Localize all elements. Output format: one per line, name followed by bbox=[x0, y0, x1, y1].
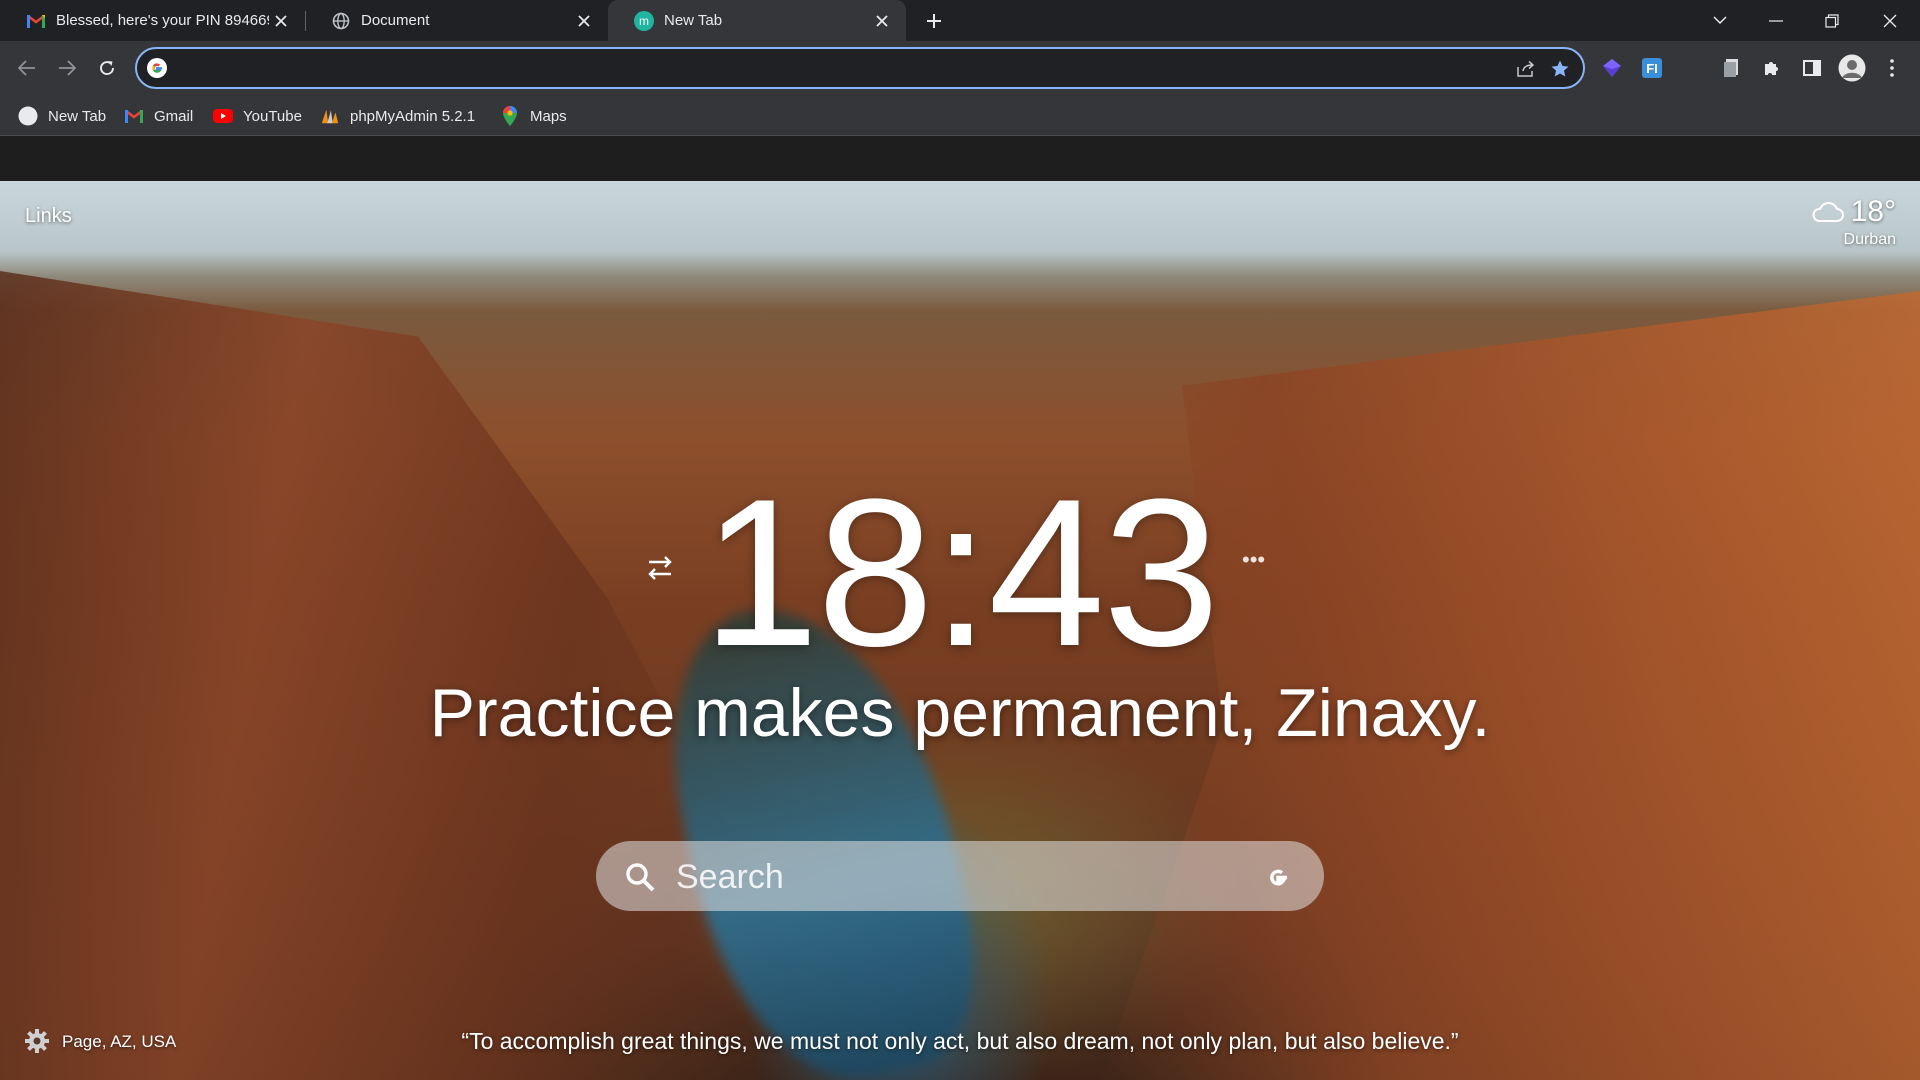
close-window-button[interactable] bbox=[1862, 0, 1918, 41]
reload-button[interactable] bbox=[92, 53, 122, 83]
youtube-icon bbox=[213, 106, 233, 126]
search-input[interactable] bbox=[674, 855, 1218, 899]
weather-temperature: 18° bbox=[1850, 195, 1896, 228]
close-tab-icon[interactable] bbox=[870, 9, 894, 33]
chevron-down-icon bbox=[1713, 16, 1727, 25]
new-tab-button[interactable] bbox=[920, 8, 948, 34]
extension-fi-icon[interactable]: FI bbox=[1637, 53, 1667, 83]
bookmark-label: Gmail bbox=[154, 107, 194, 125]
circle-icon bbox=[18, 106, 38, 126]
extension-doc-icon[interactable] bbox=[1717, 53, 1747, 83]
extensions-puzzle-icon[interactable] bbox=[1757, 53, 1787, 83]
tab-strip: Blessed, here's your PIN 894669 Document… bbox=[0, 0, 1920, 41]
cloud-icon bbox=[1812, 202, 1844, 222]
forward-button[interactable] bbox=[52, 53, 82, 83]
kebab-menu-icon[interactable] bbox=[1877, 53, 1907, 83]
greeting-text: Practice makes permanent, Zinaxy. bbox=[429, 675, 1491, 751]
side-panel-icon[interactable] bbox=[1797, 53, 1827, 83]
bookmarks-bar: New Tab Gmail YouTube phpMyAdmin 5.2.1 M… bbox=[0, 96, 1920, 136]
maps-pin-icon bbox=[500, 106, 520, 126]
tab-title: Document bbox=[361, 12, 430, 29]
new-tab-page: Links 18° Durban 18:43 ••• Practice make… bbox=[0, 181, 1920, 1080]
toolbar: FI bbox=[0, 41, 1920, 96]
bookmark-new-tab[interactable]: New Tab bbox=[18, 103, 106, 129]
bookmark-label: YouTube bbox=[243, 107, 302, 125]
omnibox-input[interactable] bbox=[181, 55, 1485, 83]
google-icon bbox=[147, 58, 167, 78]
links-button[interactable]: Links bbox=[25, 205, 72, 228]
more-options-icon[interactable]: ••• bbox=[1242, 549, 1272, 577]
phpmyadmin-icon bbox=[320, 106, 340, 126]
bookmark-youtube[interactable]: YouTube bbox=[213, 103, 302, 129]
tab-search-button[interactable] bbox=[1692, 0, 1748, 41]
bookmark-label: phpMyAdmin 5.2.1 bbox=[350, 107, 476, 125]
google-g-icon[interactable] bbox=[1264, 863, 1292, 891]
tab-title: New Tab bbox=[664, 12, 723, 29]
bookmark-label: New Tab bbox=[48, 107, 107, 125]
profile-avatar[interactable] bbox=[1837, 53, 1867, 83]
address-bar[interactable] bbox=[135, 47, 1585, 89]
plus-icon bbox=[927, 14, 941, 28]
share-icon[interactable] bbox=[1513, 56, 1539, 82]
minimize-button[interactable] bbox=[1748, 0, 1804, 41]
bookmark-phpmyadmin[interactable]: phpMyAdmin 5.2.1 bbox=[320, 103, 475, 129]
page-top-strip bbox=[0, 136, 1920, 181]
globe-icon bbox=[331, 11, 351, 31]
arrow-left-icon bbox=[18, 60, 35, 76]
search-icon bbox=[626, 863, 655, 892]
tab-title: Blessed, here's your PIN 894669 bbox=[56, 12, 269, 29]
tab-new-tab[interactable]: m New Tab bbox=[608, 0, 906, 41]
svg-text:m: m bbox=[639, 14, 649, 28]
bookmark-maps[interactable]: Maps bbox=[500, 103, 567, 129]
restore-button[interactable] bbox=[1804, 0, 1860, 41]
gmail-icon bbox=[124, 106, 144, 126]
clock-time: 18:43 bbox=[702, 455, 1220, 690]
gmail-icon bbox=[26, 11, 46, 31]
bookmark-label: Maps bbox=[530, 107, 567, 125]
weather-widget[interactable]: 18° Durban bbox=[1811, 195, 1896, 249]
bookmark-star-icon[interactable] bbox=[1547, 56, 1573, 82]
momentum-icon: m bbox=[634, 10, 654, 31]
weather-city: Durban bbox=[1843, 231, 1896, 248]
close-icon bbox=[1883, 14, 1897, 27]
tab-document[interactable]: Document bbox=[305, 0, 608, 41]
close-tab-icon[interactable] bbox=[269, 9, 293, 33]
reload-icon bbox=[100, 61, 114, 75]
tab-gmail[interactable]: Blessed, here's your PIN 894669 bbox=[0, 0, 305, 41]
svg-text:FI: FI bbox=[1646, 61, 1658, 76]
restore-icon bbox=[1825, 13, 1839, 28]
minimize-icon bbox=[1769, 19, 1783, 22]
close-tab-icon[interactable] bbox=[572, 9, 596, 33]
arrow-right-icon bbox=[59, 60, 76, 76]
extension-purple-icon[interactable] bbox=[1597, 53, 1627, 83]
back-button[interactable] bbox=[12, 53, 42, 83]
daily-quote: “To accomplish great things, we must not… bbox=[461, 1028, 1459, 1054]
search-bar[interactable] bbox=[596, 841, 1324, 911]
bookmark-gmail[interactable]: Gmail bbox=[124, 103, 193, 129]
